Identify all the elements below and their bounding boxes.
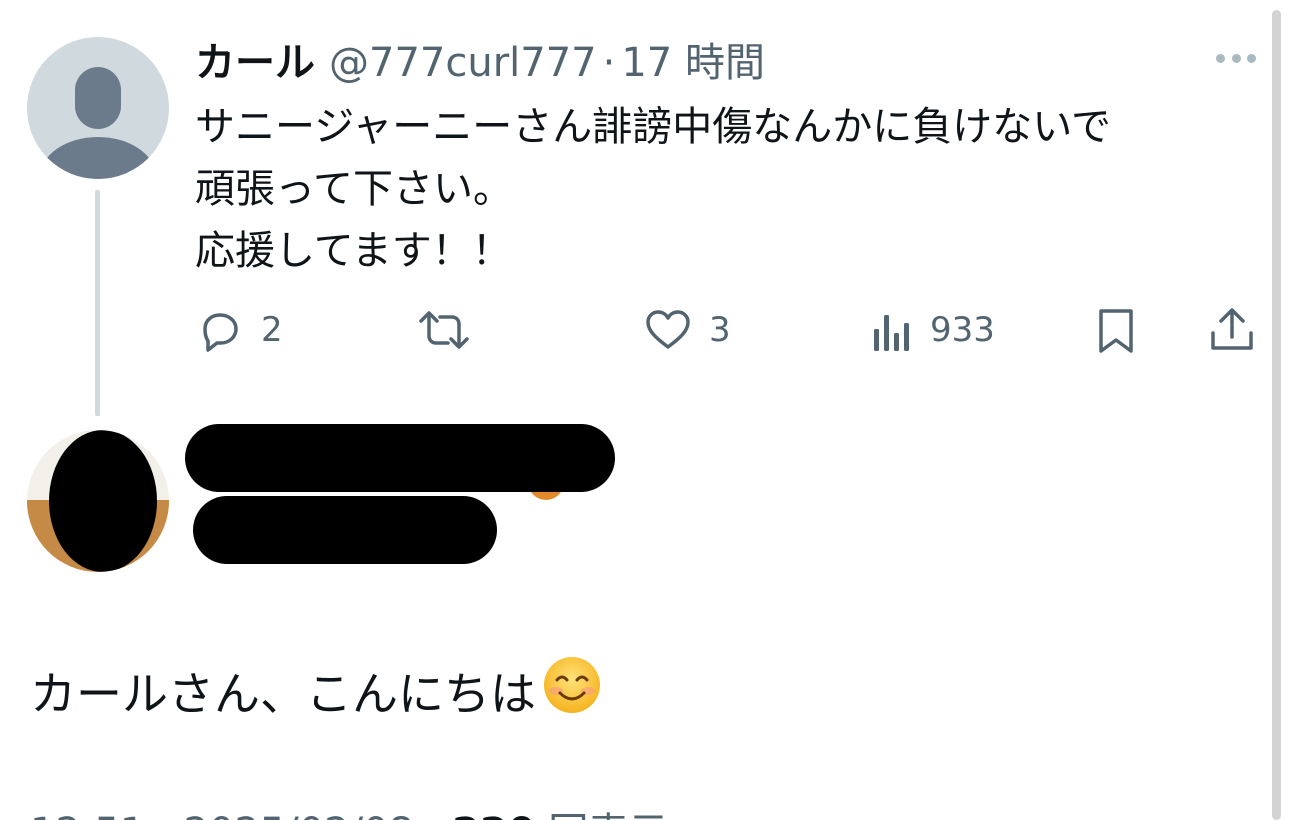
author-display-name[interactable]: カール (195, 30, 315, 88)
retweet-button[interactable] (415, 300, 473, 360)
default-user-icon (40, 67, 156, 179)
like-button[interactable]: 3 (643, 300, 731, 360)
reply-date[interactable]: 2025/02/08 (183, 810, 414, 820)
more-icon[interactable] (1212, 46, 1260, 70)
reply-text-content: カールさん、こんにちは (30, 666, 536, 721)
tweet-text-line: サニージャーニーさん誹謗中傷なんかに負けないで (195, 104, 1111, 150)
tweet-text-line: 応援してます！！ (195, 228, 512, 274)
reply-text: カールさん、こんにちは (30, 655, 602, 726)
reply-meta: 12:51 · 2025/02/08 · 220 回表示 (30, 800, 668, 820)
bookmark-icon (1099, 309, 1133, 353)
reply-button[interactable]: 2 (195, 300, 283, 360)
views-button[interactable]: 933 (868, 300, 995, 360)
reply-view-count: 220 (452, 810, 536, 820)
author-handle[interactable]: @777curl777 (329, 40, 597, 86)
smiling-face-emoji (542, 655, 602, 726)
bookmark-button[interactable] (1093, 300, 1139, 360)
meta-separator: · (158, 810, 183, 820)
reply-count: 2 (261, 310, 283, 350)
author-avatar[interactable] (27, 37, 169, 179)
like-count: 3 (709, 310, 731, 350)
separator-dot: · (602, 40, 616, 86)
scrollbar[interactable] (1272, 10, 1281, 820)
redaction-blob (49, 430, 157, 572)
share-icon (1211, 308, 1253, 350)
retweet-icon (419, 311, 469, 349)
tweet-text-line: 頑張って下さい。 (195, 166, 513, 212)
reply-time[interactable]: 12:51 (30, 810, 145, 820)
tweet-timestamp[interactable]: 17 時間 (621, 30, 765, 88)
redacted-handle (193, 496, 497, 564)
tweet-action-bar: 2 3 933 (0, 300, 1290, 360)
share-button[interactable] (1207, 300, 1257, 360)
meta-separator: · (427, 810, 452, 820)
reply-view-label: 回表示 (548, 810, 668, 820)
tweet-text: サニージャーニーさん誹謗中傷なんかに負けないで 頑張って下さい。 応援してます！… (195, 96, 1255, 282)
redacted-name (185, 424, 615, 492)
views-icon (874, 315, 909, 351)
reply-author-avatar[interactable] (27, 430, 169, 572)
reply-icon (203, 313, 238, 352)
tweet-header: カール @777curl777 · 17 時間 (195, 30, 765, 90)
view-count: 933 (930, 310, 995, 350)
like-icon (646, 310, 690, 349)
